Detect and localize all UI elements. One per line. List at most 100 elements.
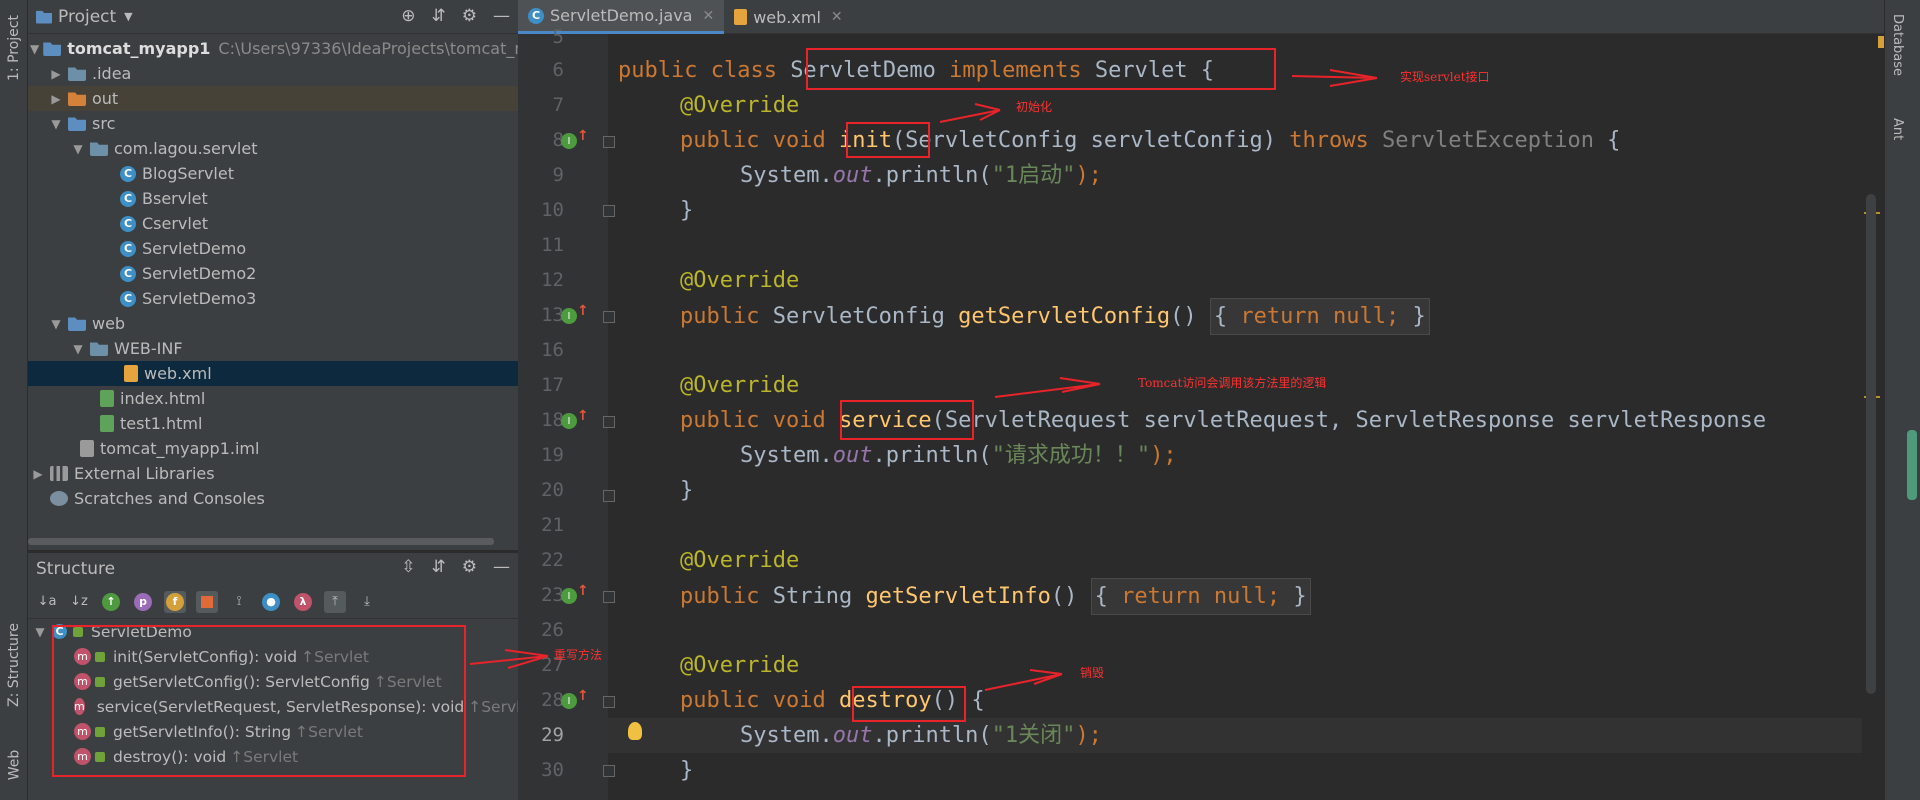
inherited-icon[interactable]: ↑ [100, 591, 122, 613]
tree-item-web-xml[interactable]: web.xml [28, 361, 518, 386]
minimize-icon[interactable]: — [493, 557, 510, 577]
non-public-icon[interactable] [196, 590, 218, 613]
fold-marker-icon[interactable] [603, 136, 615, 148]
lambda-icon[interactable]: λ [292, 591, 314, 613]
chevron-down-icon[interactable]: ▼ [30, 42, 39, 56]
tree-item-class[interactable]: C ServletDemo [28, 236, 518, 261]
implements-method-icon[interactable]: I [561, 588, 577, 604]
source-folder-icon [68, 117, 86, 131]
tree-item-class[interactable]: C BlogServlet [28, 161, 518, 186]
chevron-down-icon[interactable]: ▼ [32, 625, 48, 639]
ant-tool-tab[interactable]: Ant [1890, 118, 1905, 140]
keyword: public [680, 584, 773, 609]
params: () [1050, 584, 1078, 609]
tree-item-external-libraries[interactable]: ▶ External Libraries [28, 461, 518, 486]
database-tool-tab[interactable]: Database [1890, 14, 1905, 76]
chevron-right-icon[interactable]: ▶ [30, 467, 46, 481]
tree-item-src[interactable]: ▼ src [28, 111, 518, 136]
autoscroll-from-source-icon[interactable]: ⤓ [356, 591, 378, 613]
code-text: { [1094, 584, 1122, 609]
gear-icon[interactable]: ⚙ [462, 6, 477, 26]
sort-visibility-icon[interactable]: ↓z [68, 591, 90, 613]
expand-all-icon[interactable]: ⇳ [401, 557, 415, 577]
collapse-all-icon[interactable]: ⇵ [432, 557, 446, 577]
folder-icon [68, 67, 86, 81]
fold-marker-icon[interactable] [603, 416, 615, 428]
tree-item-scratches[interactable]: Scratches and Consoles [28, 486, 518, 511]
fold-marker-icon[interactable] [603, 591, 615, 603]
scroll-thumb[interactable] [1866, 194, 1876, 694]
web-tool-tab[interactable]: Web [2, 740, 26, 790]
override-annotation: @Override [680, 93, 800, 118]
project-path: C:\Users\97336\IdeaProjects\tomcat_myap [218, 39, 560, 58]
tree-item-web-inf[interactable]: ▼ WEB-INF [28, 336, 518, 361]
fold-marker-icon[interactable] [603, 490, 615, 502]
lambda-circle-icon[interactable]: ● [260, 591, 282, 613]
folder-icon [90, 342, 108, 356]
tree-item-html[interactable]: index.html [28, 386, 518, 411]
editor-scrollbar[interactable] [1862, 34, 1888, 800]
gear-icon[interactable]: ⚙ [462, 557, 477, 577]
string-literal: "请求成功！！" [991, 443, 1151, 468]
chevron-down-icon[interactable]: ▼ [70, 142, 86, 156]
class-icon: C [528, 7, 544, 24]
close-icon[interactable]: ✕ [702, 8, 714, 24]
tree-item-iml[interactable]: tomcat_myapp1.iml [28, 436, 518, 461]
class-icon: C [120, 165, 136, 182]
chevron-down-icon[interactable]: ▼ [48, 317, 64, 331]
tab-web-xml[interactable]: web.xml ✕ [724, 0, 852, 34]
tree-item-web[interactable]: ▼ web [28, 311, 518, 336]
close-icon[interactable]: ✕ [831, 9, 843, 25]
locate-icon[interactable]: ⊕ [401, 6, 415, 26]
anonymous-icon[interactable]: ⟟ [228, 591, 250, 613]
line-number: 12 [541, 269, 564, 291]
project-tool-tab[interactable]: 1: Project [2, 8, 26, 88]
tree-item-idea[interactable]: ▶ .idea [28, 61, 518, 86]
folded-block[interactable]: { return null; } [1209, 298, 1430, 335]
sort-alpha-icon[interactable]: ↓a [36, 591, 58, 613]
implements-method-icon[interactable]: I [561, 308, 577, 324]
code-line-9: System.out.println("1启动"); [740, 158, 1102, 193]
class-icon: C [120, 190, 136, 207]
chevron-down-icon[interactable]: ▼ [48, 117, 64, 131]
fold-marker-icon[interactable] [603, 311, 615, 323]
tree-item-class[interactable]: C ServletDemo3 [28, 286, 518, 311]
chevron-right-icon[interactable]: ▶ [48, 67, 64, 81]
tree-item-label: index.html [120, 389, 206, 408]
tree-item-root[interactable]: ▼ tomcat_myapp1 C:\Users\97336\IdeaProject… [28, 36, 559, 61]
class-icon: C [120, 290, 136, 307]
fold-marker-icon[interactable] [603, 205, 615, 217]
chevron-down-icon[interactable]: ▼ [124, 10, 132, 23]
arrow-up-icon: ↑ [577, 583, 589, 599]
lightbulb-icon[interactable] [628, 722, 642, 740]
folded-block[interactable]: { return null; } [1090, 578, 1311, 615]
implements-method-icon[interactable]: I [561, 133, 577, 149]
chevron-right-icon[interactable]: ▶ [48, 92, 64, 106]
line-number: 16 [541, 339, 564, 361]
fields-icon[interactable]: f [164, 590, 186, 613]
line-number: 18 [541, 409, 564, 431]
collapse-icon[interactable]: ⇵ [432, 6, 446, 26]
tree-item-class[interactable]: C Cservlet [28, 211, 518, 236]
tree-item-class[interactable]: C Bservlet [28, 186, 518, 211]
horizontal-scrollbar[interactable] [28, 538, 494, 545]
brace: { [1593, 128, 1621, 153]
tree-item-package[interactable]: ▼ com.lagou.servlet [28, 136, 518, 161]
implements-method-icon[interactable]: I [561, 693, 577, 709]
fold-marker-icon[interactable] [603, 696, 615, 708]
tree-item-html[interactable]: test1.html [28, 411, 518, 436]
autoscroll-to-source-icon[interactable]: ⤒ [324, 590, 346, 613]
implements-method-icon[interactable]: I [561, 413, 577, 429]
tree-item-label: Bservlet [142, 189, 208, 208]
properties-icon[interactable]: p [132, 591, 154, 613]
tree-item-class[interactable]: C ServletDemo2 [28, 261, 518, 286]
memory-indicator[interactable] [1907, 430, 1917, 500]
html-file-icon [100, 390, 114, 407]
static-field: out [832, 443, 873, 468]
override-annotation: @Override [680, 268, 800, 293]
structure-tool-tab[interactable]: Z: Structure [2, 610, 26, 720]
tree-item-out[interactable]: ▶ out [28, 86, 518, 111]
minimize-icon[interactable]: — [493, 6, 510, 26]
fold-marker-icon[interactable] [603, 765, 615, 777]
chevron-down-icon[interactable]: ▼ [70, 342, 86, 356]
